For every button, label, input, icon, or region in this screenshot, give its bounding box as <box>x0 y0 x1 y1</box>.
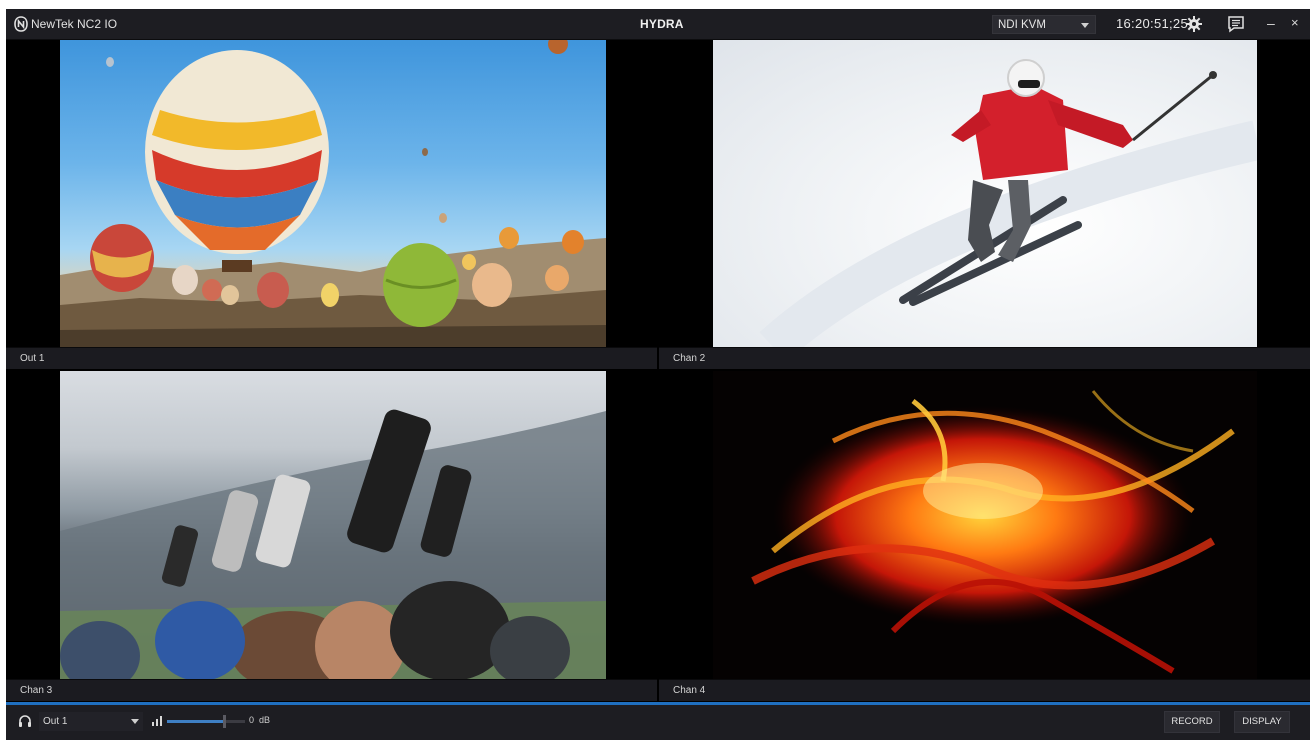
monitor-label: Chan 2 <box>673 353 706 364</box>
video-frame-balloons <box>60 40 606 347</box>
headphones-icon[interactable] <box>18 714 32 728</box>
notes-icon[interactable] <box>1227 15 1245 33</box>
volume-unit: dB <box>259 715 271 725</box>
volume-slider-handle[interactable] <box>223 715 226 728</box>
monitor-chan-3[interactable]: Chan 3 <box>6 371 657 702</box>
source-select-value: NDI KVM <box>998 19 1046 31</box>
signal-meter-icon <box>152 716 162 726</box>
monitor-chan-4[interactable]: Chan 4 <box>659 371 1310 702</box>
newtek-logo-icon <box>14 16 28 32</box>
display-button[interactable]: DISPLAY <box>1234 711 1290 733</box>
timecode-display: 16:20:51;25 <box>1116 16 1188 31</box>
monitor-label: Chan 4 <box>673 685 706 696</box>
monitor-label-bar: Chan 2 <box>659 347 1310 369</box>
video-frame-photographers <box>60 371 606 679</box>
chevron-down-icon <box>131 719 139 724</box>
video-frame-skier <box>713 40 1257 347</box>
monitor-label-bar: Chan 4 <box>659 679 1310 701</box>
close-icon[interactable]: × <box>1291 15 1303 31</box>
gear-icon[interactable] <box>1186 16 1202 32</box>
video-frame-fire <box>713 371 1257 679</box>
monitor-label-bar: Out 1 <box>6 347 657 369</box>
page-title: HYDRA <box>640 17 684 31</box>
record-button[interactable]: RECORD <box>1164 711 1220 733</box>
monitor-out-1[interactable]: Out 1 <box>6 40 657 370</box>
volume-slider-fill <box>167 720 223 723</box>
title-bar: NewTek NC2 IO HYDRA NDI KVM 16:20:51;25 <box>6 9 1310 40</box>
chevron-down-icon <box>1081 23 1089 28</box>
source-select[interactable]: NDI KVM <box>992 15 1096 34</box>
volume-slider[interactable] <box>167 715 245 728</box>
app-name: NewTek NC2 IO <box>31 17 118 31</box>
bottom-toolbar: Out 1 0 dB RECORD DISPLAY <box>6 705 1310 740</box>
monitor-label: Chan 3 <box>20 685 53 696</box>
monitor-output-value: Out 1 <box>43 716 68 727</box>
app-window: NewTek NC2 IO HYDRA NDI KVM 16:20:51;25 <box>6 9 1310 740</box>
monitor-label: Out 1 <box>20 353 45 364</box>
volume-readout: 0 dB <box>249 715 270 725</box>
multiview-grid: Out 1 Chan 2 Chan 3 Chan 4 <box>6 40 1310 702</box>
monitor-output-select[interactable]: Out 1 <box>39 712 143 731</box>
minimize-icon[interactable]: – <box>1267 15 1281 31</box>
monitor-chan-2[interactable]: Chan 2 <box>659 40 1310 370</box>
monitor-label-bar: Chan 3 <box>6 679 657 701</box>
volume-value: 0 <box>249 715 255 725</box>
